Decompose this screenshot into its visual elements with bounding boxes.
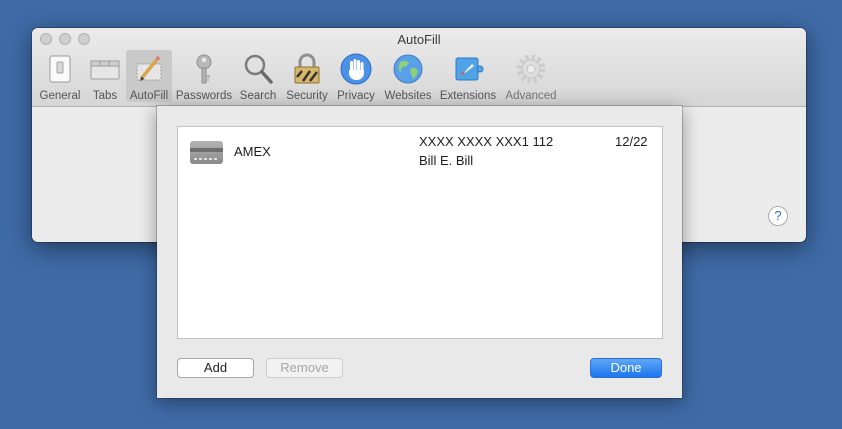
tab-advanced-label: Advanced: [505, 90, 557, 102]
general-switch-icon: [49, 55, 71, 83]
puzzle-compass-icon: [455, 57, 484, 81]
tab-autofill[interactable]: AutoFill: [126, 50, 172, 102]
tab-search-label: Search: [239, 90, 277, 102]
tab-general-label: General: [39, 90, 81, 102]
tab-advanced[interactable]: Advanced: [502, 50, 560, 102]
add-button[interactable]: Add: [177, 358, 254, 378]
help-button[interactable]: ?: [768, 206, 788, 226]
tab-autofill-label: AutoFill: [129, 90, 169, 102]
magnifier-icon: [244, 54, 273, 84]
credit-card-row[interactable]: AMEX XXXX XXXX XXX1 112 Bill E. Bill 12/…: [178, 127, 662, 175]
credit-card-list[interactable]: AMEX XXXX XXXX XXX1 112 Bill E. Bill 12/…: [177, 126, 663, 339]
tab-search[interactable]: Search: [238, 50, 278, 102]
tab-security-label: Security: [286, 90, 328, 102]
tabs-icon: [90, 60, 120, 80]
gear-icon: [516, 54, 546, 84]
credit-card-icon: [190, 141, 223, 164]
autofill-pencil-icon: [136, 55, 162, 81]
tab-security[interactable]: Security: [282, 50, 332, 102]
key-icon: [196, 54, 212, 84]
card-number: XXXX XXXX XXX1 112: [419, 134, 554, 149]
tab-passwords[interactable]: Passwords: [174, 50, 234, 102]
card-expiry: 12/22: [615, 134, 648, 149]
tab-general[interactable]: General: [38, 50, 82, 102]
autofill-credit-cards-sheet: AMEX XXXX XXXX XXX1 112 Bill E. Bill 12/…: [157, 106, 682, 398]
globe-icon: [393, 54, 423, 84]
tab-websites-label: Websites: [384, 90, 432, 102]
toolbar: AutoFill General Tabs AutoFill Passwords…: [32, 28, 806, 107]
tab-privacy-label: Privacy: [337, 90, 375, 102]
window-title: AutoFill: [397, 32, 441, 47]
tab-tabs[interactable]: Tabs: [86, 50, 124, 102]
card-holder: Bill E. Bill: [419, 153, 474, 168]
tab-websites[interactable]: Websites: [382, 50, 434, 102]
tab-passwords-label: Passwords: [175, 90, 233, 102]
remove-button[interactable]: Remove: [266, 358, 343, 378]
hand-icon: [340, 53, 372, 85]
tab-extensions-label: Extensions: [439, 90, 497, 102]
done-button[interactable]: Done: [590, 358, 662, 378]
tab-extensions[interactable]: Extensions: [438, 50, 498, 102]
tab-tabs-label: Tabs: [92, 90, 118, 102]
card-name: AMEX: [234, 144, 271, 159]
tab-privacy[interactable]: Privacy: [334, 50, 378, 102]
padlock-icon: [294, 53, 320, 84]
